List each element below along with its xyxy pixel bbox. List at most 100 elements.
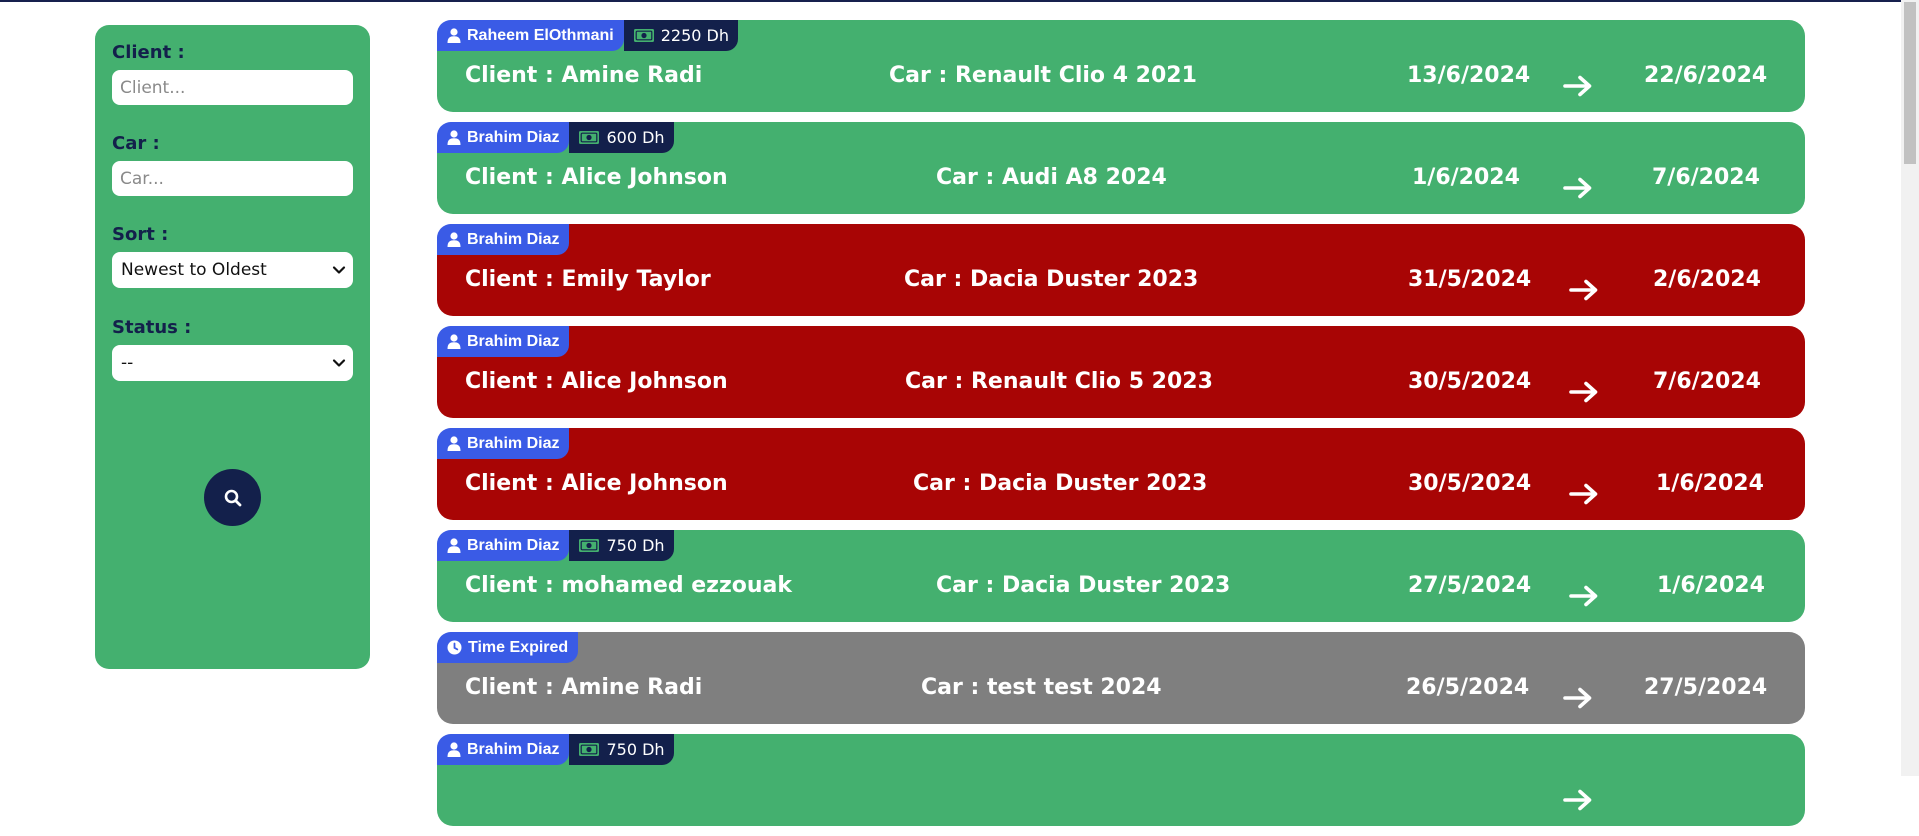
booking-tags: Brahim Diaz 600 Dh — [437, 122, 674, 153]
filter-panel: Client : Car : Sort : Newest to Oldest S… — [95, 25, 370, 669]
car-name: Car : Dacia Duster 2023 — [904, 267, 1199, 292]
client-name: Client : Amine Radi — [465, 675, 703, 700]
agent-name: Raheem ElOthmani — [467, 27, 614, 44]
price-badge: 750 Dh — [569, 734, 674, 765]
search-button[interactable] — [204, 469, 261, 526]
car-name: Car : test test 2024 — [921, 675, 1162, 700]
price-badge: 2250 Dh — [623, 20, 738, 51]
agent-badge: Brahim Diaz — [437, 122, 570, 153]
agent-badge: Brahim Diaz — [437, 326, 570, 357]
car-filter-label: Car : — [112, 133, 160, 154]
client-name: Client : Emily Taylor — [465, 267, 711, 292]
top-border — [0, 0, 1901, 2]
agent-badge: Brahim Diaz — [437, 734, 570, 765]
agent-badge: Raheem ElOthmani — [437, 20, 624, 51]
booking-card[interactable]: Raheem ElOthmani 2250 Dh Client : Amine Ra… — [437, 20, 1805, 112]
status-select-value: -- — [121, 353, 134, 373]
sort-select-value: Newest to Oldest — [121, 260, 267, 280]
client-name: Client : Alice Johnson — [465, 369, 728, 394]
start-date: 30/5/2024 — [1408, 471, 1532, 496]
agent-name: Brahim Diaz — [467, 129, 560, 146]
agent-badge: Brahim Diaz — [437, 428, 570, 459]
chevron-down-icon — [332, 359, 346, 367]
agent-name: Brahim Diaz — [467, 435, 560, 452]
booking-details: Client : Amine Radi Car : test test 2024 2… — [437, 663, 1805, 713]
client-name: Client : Amine Radi — [465, 63, 703, 88]
scrollbar-thumb[interactable] — [1904, 2, 1916, 164]
cash-icon — [579, 539, 600, 552]
arrow-right-icon — [1563, 66, 1593, 97]
end-date: 1/6/2024 — [1656, 471, 1764, 496]
booking-list: Raheem ElOthmani 2250 Dh Client : Amine Ra… — [437, 20, 1805, 836]
booking-tags: Brahim Diaz 750 Dh — [437, 734, 674, 765]
end-date: 7/6/2024 — [1652, 165, 1760, 190]
arrow-right-icon — [1563, 168, 1593, 199]
booking-details: Client : Alice Johnson Car : Renault Clio… — [437, 357, 1805, 407]
price-value: 750 Dh — [606, 740, 665, 759]
status-label: Status : — [112, 317, 192, 338]
client-name: Client : Alice Johnson — [465, 471, 728, 496]
cash-icon — [579, 743, 600, 756]
user-icon — [447, 436, 461, 451]
price-value: 2250 Dh — [660, 26, 729, 45]
client-filter-input[interactable] — [112, 70, 353, 105]
arrow-right-icon — [1569, 474, 1599, 505]
user-icon — [447, 334, 461, 349]
booking-tags: Brahim Diaz — [437, 428, 570, 459]
end-date: 22/6/2024 — [1644, 63, 1768, 88]
car-name: Car : Dacia Duster 2023 — [936, 573, 1231, 598]
agent-badge: Brahim Diaz — [437, 530, 570, 561]
start-date: 27/5/2024 — [1408, 573, 1532, 598]
price-badge: 600 Dh — [569, 122, 674, 153]
client-filter-label: Client : — [112, 42, 185, 63]
page-scrollbar[interactable] — [1901, 0, 1919, 776]
booking-details: Client : mohamed ezzouak Car : Dacia Dust… — [437, 561, 1805, 611]
sort-label: Sort : — [112, 224, 169, 245]
search-icon — [224, 489, 241, 506]
expired-badge: Time Expired — [437, 632, 579, 663]
start-date: 31/5/2024 — [1408, 267, 1532, 292]
end-date: 2/6/2024 — [1653, 267, 1761, 292]
booking-tags: Brahim Diaz — [437, 224, 570, 255]
agent-name: Brahim Diaz — [467, 741, 560, 758]
car-filter-input[interactable] — [112, 161, 353, 196]
price-badge: 750 Dh — [569, 530, 674, 561]
user-icon — [447, 28, 461, 43]
price-value: 600 Dh — [606, 128, 665, 147]
agent-badge: Brahim Diaz — [437, 224, 570, 255]
end-date: 7/6/2024 — [1653, 369, 1761, 394]
user-icon — [447, 742, 461, 757]
booking-tags: Time Expired — [437, 632, 579, 663]
start-date: 30/5/2024 — [1408, 369, 1532, 394]
car-name: Car : Renault Clio 4 2021 — [889, 63, 1197, 88]
cash-icon — [579, 131, 600, 144]
end-date: 1/6/2024 — [1657, 573, 1765, 598]
sort-select[interactable]: Newest to Oldest — [112, 252, 353, 288]
booking-details — [437, 765, 1805, 815]
booking-card[interactable]: Brahim Diaz Client : Emily Taylor Car : Da… — [437, 224, 1805, 316]
booking-card[interactable]: Brahim Diaz Client : Alice Johnson Car : D… — [437, 428, 1805, 520]
agent-name: Brahim Diaz — [467, 537, 560, 554]
booking-card[interactable]: Time Expired Client : Amine Radi Car : tes… — [437, 632, 1805, 724]
arrow-right-icon — [1569, 372, 1599, 403]
chevron-down-icon — [332, 266, 346, 274]
arrow-right-icon — [1569, 576, 1599, 607]
booking-details: Client : Alice Johnson Car : Audi A8 2024… — [437, 153, 1805, 203]
booking-card[interactable]: Brahim Diaz 750 Dh Client : mohamed ezzoua… — [437, 530, 1805, 622]
client-name: Client : Alice Johnson — [465, 165, 728, 190]
start-date: 1/6/2024 — [1412, 165, 1520, 190]
booking-details: Client : Amine Radi Car : Renault Clio 4 … — [437, 51, 1805, 101]
user-icon — [447, 232, 461, 247]
booking-tags: Brahim Diaz 750 Dh — [437, 530, 674, 561]
booking-card[interactable]: Brahim Diaz 600 Dh Client : Alice Johnson C… — [437, 122, 1805, 214]
car-name: Car : Dacia Duster 2023 — [913, 471, 1208, 496]
status-select[interactable]: -- — [112, 345, 353, 381]
user-icon — [447, 538, 461, 553]
booking-card[interactable]: Brahim Diaz 750 Dh — [437, 734, 1805, 826]
arrow-right-icon — [1569, 270, 1599, 301]
booking-card[interactable]: Brahim Diaz Client : Alice Johnson Car : R… — [437, 326, 1805, 418]
end-date: 27/5/2024 — [1644, 675, 1768, 700]
booking-tags: Raheem ElOthmani 2250 Dh — [437, 20, 738, 51]
client-name: Client : mohamed ezzouak — [465, 573, 793, 598]
agent-name: Brahim Diaz — [467, 231, 560, 248]
